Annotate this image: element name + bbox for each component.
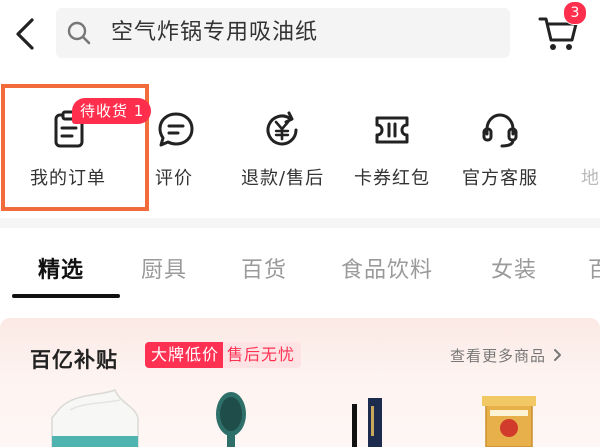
top-bar: 空气炸锅专用吸油纸 3 (0, 0, 600, 78)
view-more-label: 查看更多商品 (450, 347, 547, 365)
shortcut-label: 退款/售后 (241, 168, 325, 189)
subsidy-title: 百亿补贴 (30, 348, 118, 372)
snack-box-product[interactable] (474, 388, 544, 447)
tag-big-brand-low-price: 大牌低价 (145, 342, 224, 368)
active-tab-indicator (12, 294, 120, 298)
pending-delivery-badge: 待收货 1 (72, 98, 152, 124)
tag-worry-free-after-sales: 售后无忧 (223, 342, 302, 368)
tab-general-goods[interactable]: 百货 (241, 252, 287, 284)
tab-kitchenware[interactable]: 厨具 (141, 252, 187, 284)
tab-womens-clothing[interactable]: 女装 (491, 252, 537, 284)
coupon-icon (375, 116, 409, 144)
tab-featured[interactable]: 精选 (38, 252, 84, 284)
subsidy-panel: 百亿补贴 大牌低价 售后无忧 查看更多商品 (0, 318, 600, 447)
category-tabs: 精选 厨具 百货 食品饮料 女装 百 (0, 238, 600, 300)
comment-icon (158, 112, 194, 147)
search-icon (67, 21, 91, 45)
shortcut-label: 评价 (155, 168, 193, 189)
section-divider (0, 218, 600, 228)
search-query-text: 空气炸锅专用吸油纸 (111, 20, 319, 45)
shortcut-customer-service[interactable]: 官方客服 (458, 84, 550, 218)
shortcut-label: 地 (581, 168, 600, 189)
shortcut-label: 卡券红包 (354, 168, 430, 189)
back-button[interactable] (8, 14, 44, 54)
shortcut-reviews[interactable]: 评价 (150, 84, 205, 218)
tab-food-drinks[interactable]: 食品饮料 (341, 252, 433, 284)
subsidy-tags: 大牌低价 售后无忧 (145, 342, 302, 368)
lipstick-product[interactable] (346, 388, 386, 447)
tissue-box-product[interactable] (40, 388, 150, 447)
shortcut-label: 官方客服 (462, 168, 538, 189)
hair-brush-product[interactable] (206, 388, 256, 447)
back-arrow-icon (16, 18, 34, 50)
shortcut-coupons[interactable]: 卡券红包 (348, 84, 438, 218)
search-input[interactable]: 空气炸锅专用吸油纸 (56, 8, 510, 58)
view-more-products-link[interactable]: 查看更多商品 (450, 345, 564, 366)
refund-icon (266, 111, 298, 146)
headset-icon (482, 113, 518, 148)
shortcut-refund[interactable]: 退款/售后 (236, 84, 336, 218)
cart-count-badge: 3 (563, 1, 587, 25)
tab-partial[interactable]: 百 (588, 252, 600, 284)
chevron-right-icon (553, 349, 561, 361)
shortcut-partial[interactable]: 地 (578, 84, 600, 218)
